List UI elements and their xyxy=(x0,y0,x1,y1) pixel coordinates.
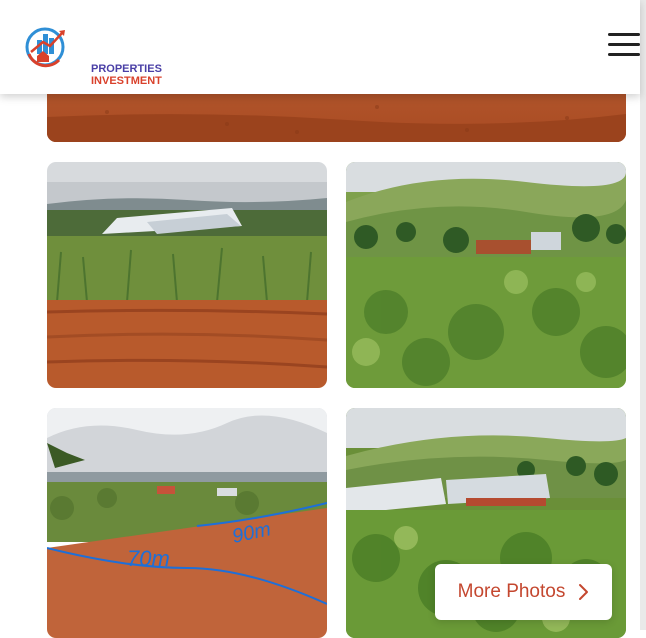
chevron-right-icon xyxy=(579,584,589,600)
company-logo[interactable]: PROPERTIES INVESTMENT xyxy=(23,22,162,87)
gallery-photo-3[interactable]: 70m 90m xyxy=(47,408,327,638)
gallery-photo-2[interactable] xyxy=(346,162,626,388)
logo-line-2: INVESTMENT xyxy=(91,75,162,87)
gallery-photo-1[interactable] xyxy=(47,162,327,388)
more-photos-label: More Photos xyxy=(457,581,566,602)
hamburger-menu-icon[interactable] xyxy=(604,28,640,62)
site-header: PROPERTIES INVESTMENT xyxy=(0,0,640,94)
scrollbar-track[interactable] xyxy=(640,0,646,630)
logo-line-1: PROPERTIES xyxy=(91,63,162,75)
annotation-front-label: 70m xyxy=(127,546,170,571)
logo-wordmark: PROPERTIES INVESTMENT xyxy=(91,63,162,87)
more-photos-button[interactable]: More Photos xyxy=(435,564,612,620)
logo-mark-icon xyxy=(25,27,65,68)
